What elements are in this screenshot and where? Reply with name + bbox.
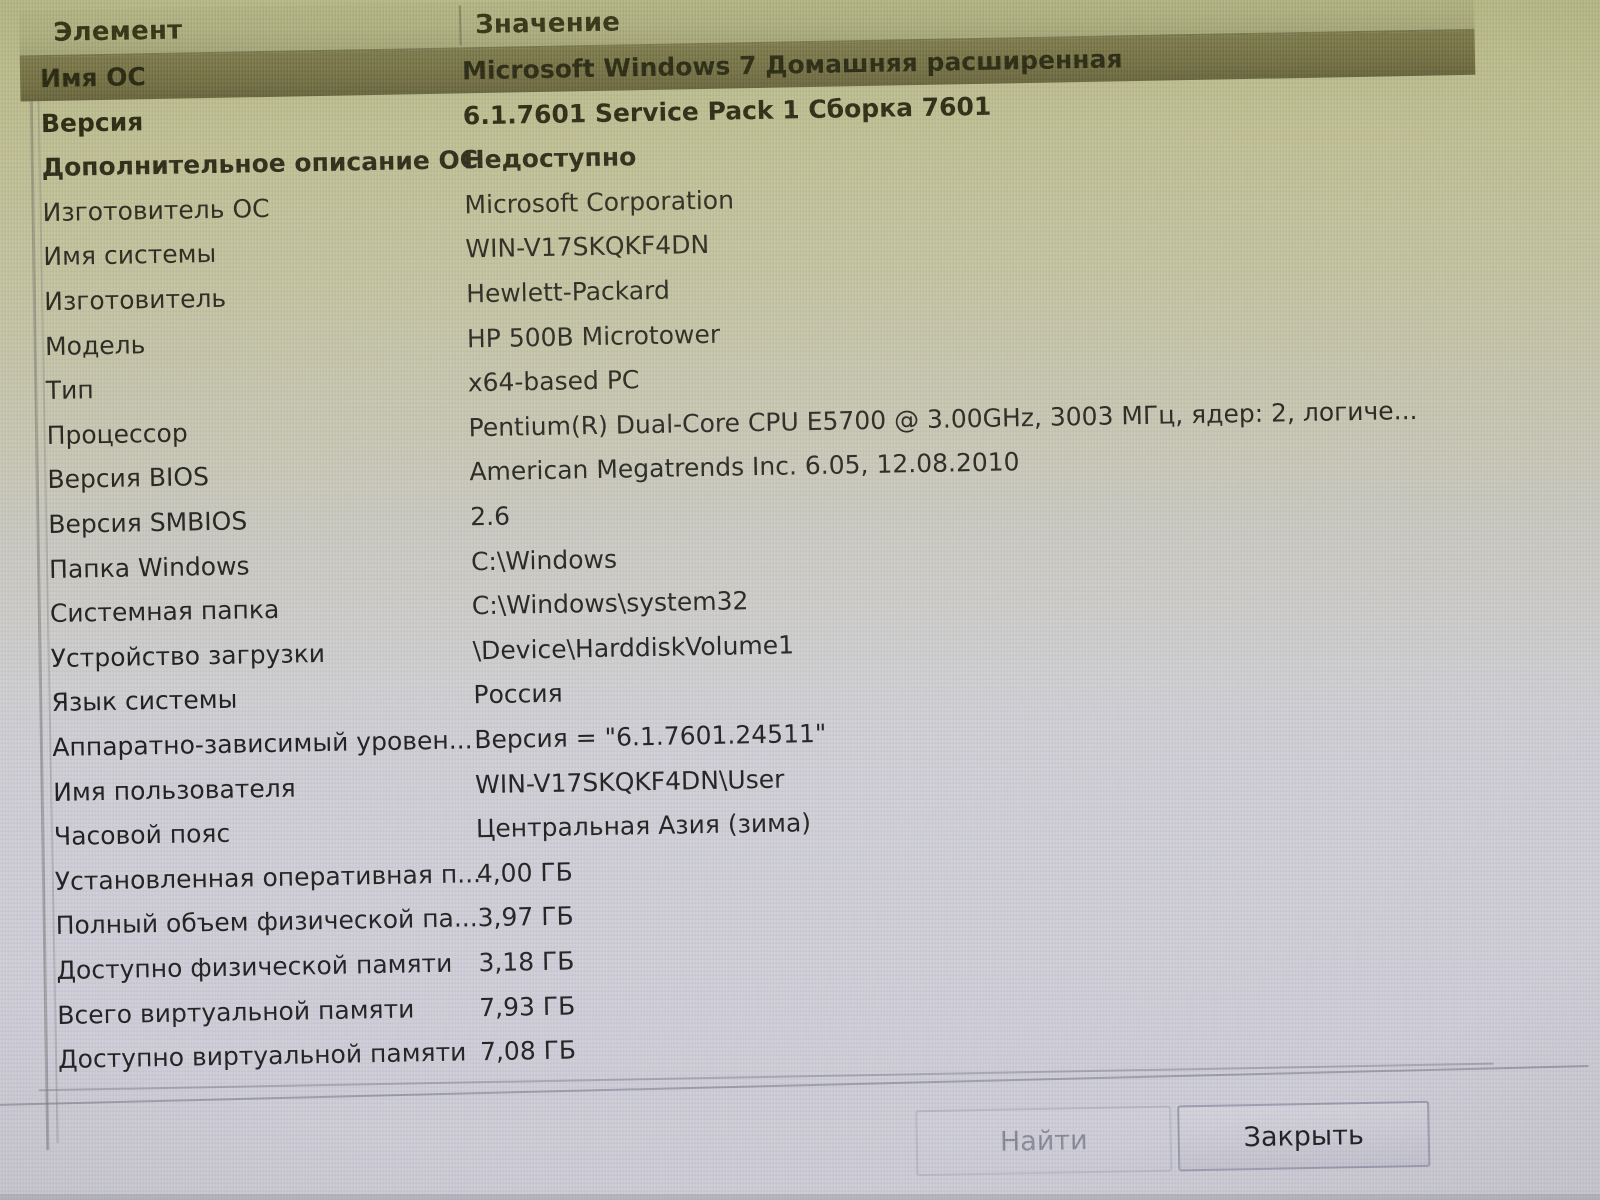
row-item-value: 6.1.7601 Service Pack 1 Сборка 7601 <box>462 91 992 130</box>
row-item-name: Язык системы <box>51 684 238 718</box>
row-item-name: Папка Windows <box>48 550 250 584</box>
row-item-value: Россия <box>473 679 563 710</box>
row-item-value: Недоступно <box>463 142 637 175</box>
row-item-name: Тип <box>45 375 94 406</box>
column-divider[interactable] <box>458 5 462 46</box>
row-item-value: 3,97 ГБ <box>477 901 574 933</box>
column-header-value[interactable]: Значение <box>475 7 620 40</box>
row-item-name: Часовой пояс <box>53 818 231 852</box>
row-item-name: Дополнительное описание ОС <box>41 145 479 183</box>
close-button[interactable]: Закрыть <box>1177 1100 1431 1172</box>
system-info-list[interactable]: Имя ОС Microsoft Windows 7 Домашняя расши… <box>19 30 1494 1089</box>
row-item-value: \Device\HarddiskVolume1 <box>472 630 795 666</box>
row-item-name: Процессор <box>46 418 188 450</box>
row-item-name: Модель <box>44 329 146 361</box>
row-item-value: 3,18 ГБ <box>478 946 575 978</box>
monitor-screen: Элемент Значение Имя ОС Microsoft Windows… <box>0 0 1600 1200</box>
row-item-value: Microsoft Windows 7 Домашняя расширенная <box>461 44 1123 86</box>
bezel-bottom <box>0 1194 1600 1200</box>
find-button[interactable]: Найти <box>915 1105 1173 1177</box>
row-item-value: Версия = "6.1.7601.24511" <box>474 718 827 755</box>
row-item-value: WIN-V17SKQKF4DN <box>465 230 710 264</box>
row-item-value: WIN-V17SKQKF4DN\User <box>474 764 785 799</box>
row-item-value: 7,08 ГБ <box>479 1035 577 1067</box>
row-item-name: Устройство загрузки <box>50 638 326 673</box>
row-item-value: Hewlett-Packard <box>465 275 671 309</box>
row-item-value: HP 500B Microtower <box>466 319 721 353</box>
row-item-name: Доступно виртуальной памяти <box>57 1037 467 1075</box>
row-item-value: C:\Windows <box>470 544 618 576</box>
row-item-name: Полный объем физической па... <box>55 903 478 941</box>
row-item-name: Системная папка <box>49 595 280 629</box>
row-item-name: Имя ОС <box>39 62 147 94</box>
row-item-name: Аппаратно-зависимый уровен... <box>52 725 473 762</box>
row-item-value: Microsoft Corporation <box>464 185 735 220</box>
row-item-name: Всего виртуальной памяти <box>57 994 415 1030</box>
row-item-name: Версия BIOS <box>47 462 210 495</box>
row-item-name: Изготовитель ОС <box>42 193 270 227</box>
row-item-name: Версия SMBIOS <box>48 506 248 540</box>
row-item-value: C:\Windows\system32 <box>471 586 749 621</box>
row-item-value: Центральная Азия (зима) <box>475 808 812 844</box>
row-item-name: Изготовитель <box>43 283 227 317</box>
row-item-value: 4,00 ГБ <box>476 857 574 889</box>
row-item-name: Установленная оперативная п... <box>54 858 482 896</box>
row-item-name: Имя системы <box>43 239 217 272</box>
row-item-name: Имя пользователя <box>52 773 296 807</box>
row-item-value: x64-based PC <box>467 365 640 398</box>
row-item-value: 7,93 ГБ <box>478 991 576 1022</box>
row-item-name: Версия <box>40 106 144 138</box>
row-item-name: Доступно физической памяти <box>56 948 453 985</box>
system-information-window: Элемент Значение Имя ОС Microsoft Windows… <box>5 0 1525 1151</box>
row-item-value: 2.6 <box>469 501 511 532</box>
column-header-item[interactable]: Элемент <box>53 15 183 47</box>
photographed-screen: Элемент Значение Имя ОС Microsoft Windows… <box>0 0 1600 1200</box>
row-item-value: American Megatrends Inc. 6.05, 12.08.201… <box>469 447 1020 487</box>
